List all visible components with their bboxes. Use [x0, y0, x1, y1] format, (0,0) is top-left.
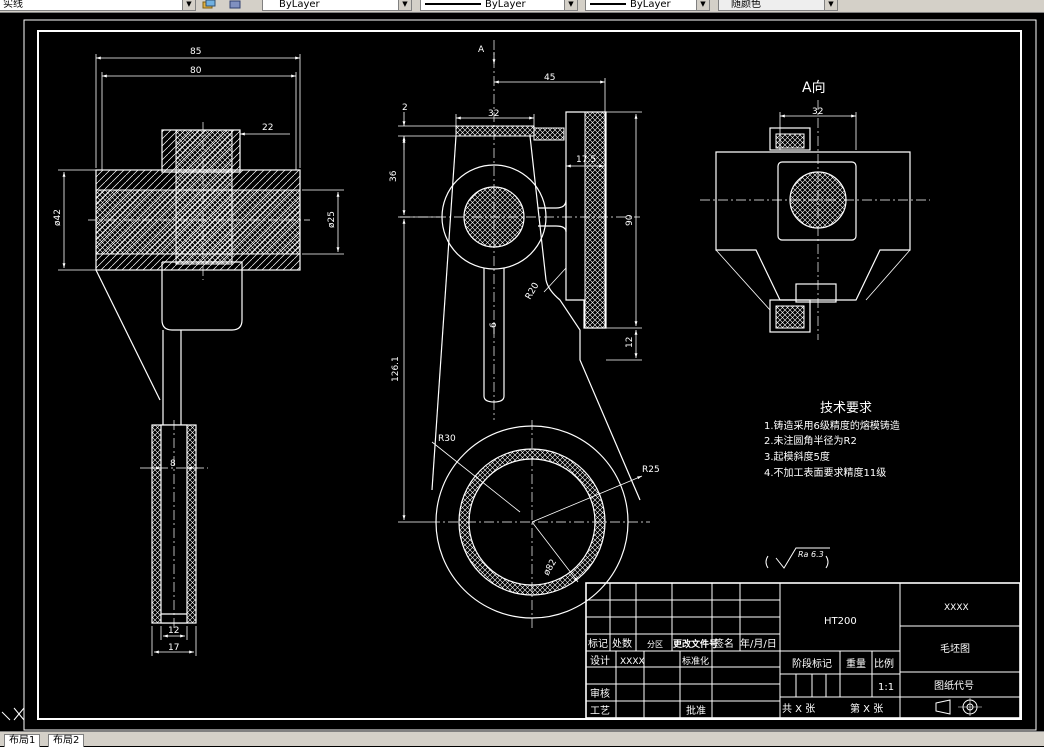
linetype-dropdown[interactable]: ByLayer ▼ — [420, 0, 578, 11]
dim-22: 22 — [262, 123, 273, 133]
dim-85: 85 — [190, 47, 201, 57]
drawing-canvas[interactable]: 85 80 22 ø42 ø25 8 12 17 A 45 2 32 36 17… — [0, 13, 1044, 731]
color-value: ByLayer — [279, 0, 320, 10]
tb-header-zone: 分区 — [647, 640, 663, 649]
tb-sheet-number: 第 X 张 — [850, 702, 883, 715]
dim-phi25: ø25 — [327, 211, 337, 228]
dim-r20: R20 — [524, 281, 542, 302]
tab-layout1[interactable]: 布局1 — [4, 734, 41, 747]
dim-80: 80 — [190, 66, 202, 76]
lineweight-value: ByLayer — [630, 0, 671, 10]
tb-sheets-total: 共 X 张 — [782, 703, 815, 715]
tb-scale-value: 1:1 — [878, 682, 894, 693]
tb-designer-name: XXXX — [620, 657, 645, 667]
tb-material: HT200 — [824, 616, 857, 627]
tb-approve-label: 批准 — [686, 704, 706, 717]
linetype-swatch — [425, 3, 481, 5]
lineweight-dropdown[interactable]: ByLayer ▼ — [585, 0, 710, 11]
dim-8: 8 — [170, 459, 176, 469]
tb-drawing-code: 图纸代号 — [934, 679, 974, 692]
tb-standard-label: 标准化 — [682, 655, 709, 667]
properties-toolbar: 实线 ▼ ByLayer ▼ ByLayer ▼ ByLayer ▼ 随颜色 ▼ — [0, 0, 1044, 13]
linetype-value: ByLayer — [485, 0, 526, 10]
view-a-dim-32: 32 — [812, 107, 823, 117]
cad-drawing: 85 80 22 ø42 ø25 8 12 17 A 45 2 32 36 17… — [1, 19, 1037, 731]
roughness-value: Ra 6.3 — [798, 550, 824, 559]
dim-r25: R25 — [642, 465, 660, 475]
tb-scale-label: 比例 — [874, 657, 894, 670]
tb-header-mark: 标记 — [588, 638, 608, 650]
tb-checker-label: 审核 — [590, 687, 610, 700]
tb-drawing-name: 毛坯图 — [940, 643, 970, 655]
chevron-down-icon[interactable]: ▼ — [824, 0, 837, 10]
dim-126-1: 126.1 — [391, 356, 401, 382]
dim-phi42: ø42 — [53, 209, 63, 226]
tech-req-title: 技术要求 — [820, 401, 872, 416]
color-dropdown[interactable]: ByLayer ▼ — [262, 0, 412, 11]
view-a — [700, 100, 930, 340]
tb-stage-mark: 阶段标记 — [792, 657, 832, 670]
ucs-icon — [1, 707, 25, 721]
plotstyle-value: 随颜色 — [731, 0, 761, 10]
dim-32: 32 — [488, 109, 499, 119]
view-arrow-label-a: A — [478, 45, 485, 55]
front-view — [398, 40, 650, 630]
layer-previous-icon[interactable] — [228, 0, 242, 10]
tb-part-name: XXXX — [944, 603, 969, 613]
tb-header-date: 年/月/日 — [740, 637, 777, 650]
layer-states-icon[interactable] — [202, 0, 216, 10]
view-a-title: A向 — [802, 80, 826, 96]
dim-90: 90 — [625, 214, 635, 226]
chevron-down-icon[interactable]: ▼ — [564, 0, 577, 10]
tb-designer-label: 设计 — [590, 654, 610, 667]
tb-process-label: 工艺 — [590, 705, 610, 717]
left-section-view — [58, 54, 344, 656]
dim-2: 2 — [402, 103, 408, 113]
plotstyle-dropdown[interactable]: 随颜色 ▼ — [718, 0, 838, 11]
lineweight-swatch — [590, 3, 626, 5]
dim-36: 36 — [389, 170, 399, 182]
tb-weight: 重量 — [846, 657, 866, 670]
dim-12: 12 — [168, 626, 179, 636]
chevron-down-icon[interactable]: ▼ — [696, 0, 709, 10]
dim-6: 6 — [489, 322, 499, 328]
dim-12-front: 12 — [625, 337, 635, 348]
dim-r30: R30 — [438, 434, 456, 444]
layout-tabs-bar: 布局1 布局2 — [0, 731, 1044, 747]
tb-header-sign: 签名 — [714, 637, 734, 650]
dim-17: 17 — [168, 643, 179, 653]
tech-req-item: 4.不加工表面要求精度11级 — [764, 466, 886, 479]
tb-header-docno: 更改文件号 — [673, 638, 718, 650]
chevron-down-icon[interactable]: ▼ — [398, 0, 411, 10]
dim-17-5: 17.5 — [576, 155, 596, 165]
tab-layout2[interactable]: 布局2 — [48, 734, 85, 747]
tech-req-item: 3.起模斜度5度 — [764, 450, 830, 463]
dim-45: 45 — [544, 73, 555, 83]
layer-dropdown[interactable]: 实线 ▼ — [0, 0, 196, 11]
tb-header-count: 处数 — [612, 637, 632, 650]
tech-req-item: 1.铸造采用6级精度的熔模铸造 — [764, 419, 900, 432]
layer-value: 实线 — [3, 0, 23, 10]
tech-req-item: 2.未注圆角半径为R2 — [764, 434, 857, 447]
chevron-down-icon[interactable]: ▼ — [182, 0, 195, 10]
